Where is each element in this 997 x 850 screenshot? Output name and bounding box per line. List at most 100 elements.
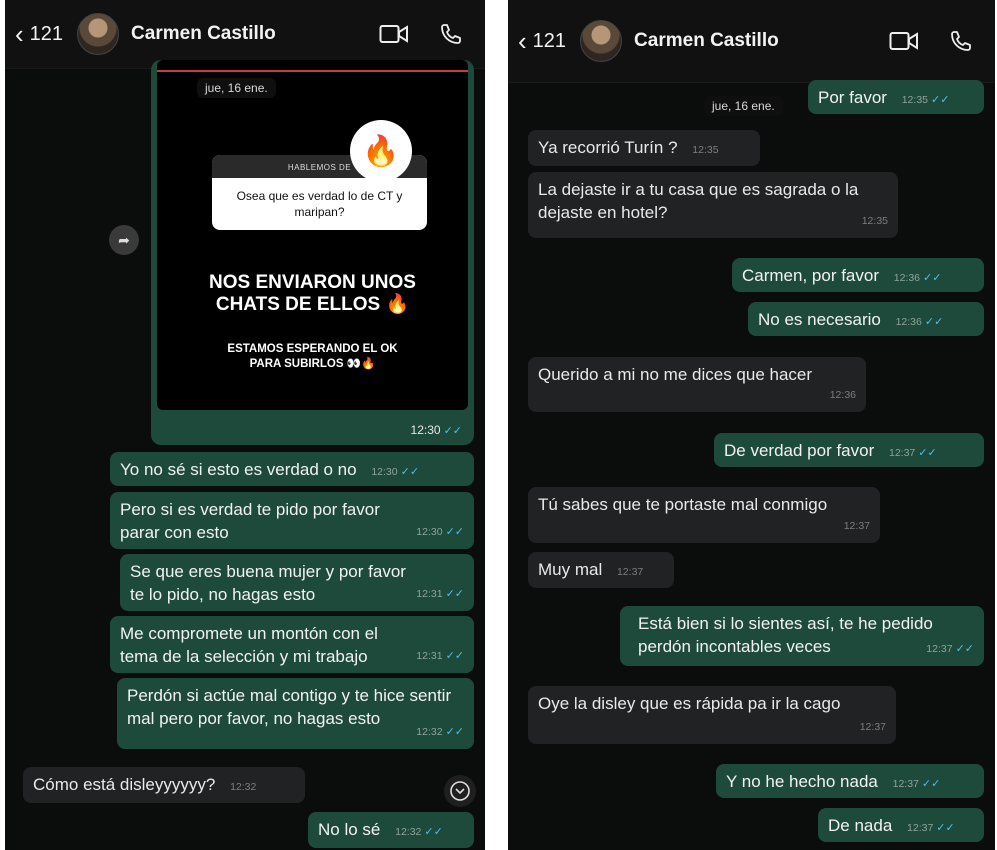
message-outgoing[interactable]: Carmen, por favor 12:36 ✓✓ — [732, 258, 984, 292]
message-text: Y no he hecho nada — [726, 772, 878, 791]
phone-icon[interactable] — [439, 22, 463, 46]
message-text: Oye la disley que es rápida pa ir la cag… — [538, 694, 841, 713]
double-check-icon: ✓✓ — [445, 588, 464, 600]
message-outgoing[interactable]: Me compromete un montón con el tema de l… — [110, 616, 474, 673]
forward-icon[interactable]: ➦ — [109, 225, 139, 255]
message-text: La dejaste ir a tu casa que es sagrada o… — [538, 180, 859, 222]
double-check-icon: ✓✓ — [443, 425, 462, 437]
double-check-icon: ✓✓ — [918, 447, 937, 459]
message-text: Está bien si lo sientes así, te he pedid… — [638, 614, 933, 656]
message-time: 12:32 ✓✓ — [416, 726, 464, 738]
double-check-icon: ✓✓ — [955, 643, 974, 655]
message-incoming[interactable]: Muy mal 12:37 — [528, 552, 674, 588]
story-subtext-line: ESTAMOS ESPERANDO EL OK — [227, 343, 398, 355]
double-check-icon: ✓✓ — [924, 316, 944, 328]
message-incoming[interactable]: Tú sabes que te portaste mal conmigo 12:… — [528, 487, 880, 543]
message-incoming[interactable]: Cómo está disleyyyyyy? 12:32 — [23, 767, 305, 803]
message-incoming[interactable]: La dejaste ir a tu casa que es sagrada o… — [528, 172, 898, 238]
double-check-icon: ✓✓ — [445, 526, 464, 538]
message-outgoing[interactable]: De verdad por favor 12:37 ✓✓ — [714, 433, 984, 467]
story-headline-line: CHATS DE ELLOS 🔥 — [215, 294, 410, 315]
story-headline-line: NOS ENVIARON UNOS — [209, 272, 416, 293]
message-time: 12:35 ✓✓ — [901, 94, 950, 106]
message-time: 12:35 — [692, 144, 719, 156]
message-outgoing[interactable]: Yo no sé si esto es verdad o no 12:30 ✓✓ — [110, 452, 474, 486]
message-text: Muy mal — [538, 560, 603, 579]
message-text: Yo no sé si esto es verdad o no — [120, 460, 357, 479]
message-text: De verdad por favor — [724, 441, 875, 460]
message-time: 12:36 ✓✓ — [895, 316, 944, 328]
double-check-icon: ✓✓ — [445, 726, 464, 738]
message-time: 12:32 ✓✓ — [395, 826, 443, 838]
unread-count: 121 — [532, 29, 567, 52]
message-text: Querido a mi no me dices que hacer — [538, 365, 813, 384]
date-chip: jue, 16 ene. — [704, 96, 783, 116]
message-outgoing[interactable]: No es necesario 12:36 ✓✓ — [748, 302, 984, 336]
question-text: Osea que es verdad lo de CT y maripan? — [236, 189, 403, 219]
contact-name[interactable]: Carmen Castillo — [634, 30, 779, 52]
message-text: Ya recorrió Turín ? — [538, 138, 678, 157]
back-button[interactable]: ‹ 121 — [15, 21, 63, 47]
chat-screen-right: ‹ 121 Carmen Castillo jue, 16 ene. Por f… — [508, 0, 995, 850]
unread-count: 121 — [29, 22, 64, 45]
video-icon[interactable] — [379, 23, 409, 45]
contact-name[interactable]: Carmen Castillo — [131, 23, 276, 45]
message-time: 12:37 ✓✓ — [907, 822, 955, 834]
chat-header: ‹ 121 Carmen Castillo — [5, 0, 485, 69]
double-check-icon: ✓✓ — [936, 822, 955, 834]
fire-icon: 🔥 — [350, 120, 412, 182]
message-time: 12:35 — [861, 215, 888, 227]
message-time: 12:36 ✓✓ — [893, 272, 942, 284]
scroll-down-button[interactable] — [444, 775, 476, 807]
message-text: No es necesario — [758, 310, 881, 329]
video-icon[interactable] — [889, 30, 919, 52]
message-text: Perdón si actúe mal contigo y te hice se… — [127, 686, 452, 728]
chevron-left-icon: ‹ — [15, 19, 24, 49]
message-time: 12:37 ✓✓ — [888, 447, 937, 459]
double-check-icon: ✓✓ — [931, 94, 950, 106]
message-text: De nada — [828, 816, 893, 835]
message-text: Me compromete un montón con el tema de l… — [120, 624, 378, 666]
avatar[interactable] — [77, 13, 120, 55]
message-outgoing[interactable]: De nada 12:37 ✓✓ — [818, 808, 984, 842]
message-time: 12:31 ✓✓ — [416, 650, 464, 662]
message-text: Cómo está disleyyyyyy? — [33, 775, 216, 794]
double-check-icon: ✓✓ — [923, 272, 942, 284]
message-incoming[interactable]: Ya recorrió Turín ? 12:35 — [528, 130, 760, 166]
message-incoming[interactable]: Oye la disley que es rápida pa ir la cag… — [528, 686, 896, 744]
message-outgoing[interactable]: Pero si es verdad te pido por favor para… — [110, 492, 474, 549]
message-text: Por favor — [818, 88, 887, 107]
date-chip: jue, 16 ene. — [197, 78, 276, 98]
double-check-icon: ✓✓ — [424, 826, 443, 838]
double-check-icon: ✓✓ — [445, 650, 464, 662]
message-outgoing[interactable]: Y no he hecho nada 12:37 ✓✓ — [716, 764, 984, 798]
message-time: 12:30 ✓✓ — [410, 423, 462, 437]
message-outgoing[interactable]: Perdón si actúe mal contigo y te hice se… — [117, 678, 474, 749]
story-progress-bar — [157, 70, 468, 72]
message-time: 12:30 ✓✓ — [416, 526, 464, 538]
message-text: Carmen, por favor — [742, 266, 879, 285]
message-time: 12:37 — [859, 721, 886, 733]
story-subtext-line: PARA SUBIRLOS 👀🔥 — [249, 358, 376, 370]
message-time: 12:30 ✓✓ — [371, 466, 420, 478]
message-time: 12:31 ✓✓ — [416, 588, 464, 600]
message-time: 12:37 ✓✓ — [892, 778, 941, 790]
message-outgoing[interactable]: No lo sé 12:32 ✓✓ — [308, 812, 474, 848]
message-outgoing[interactable]: Está bien si lo sientes así, te he pedid… — [620, 606, 984, 666]
message-outgoing[interactable]: Se que eres buena mujer y por favor te l… — [120, 554, 474, 611]
story-reply-card[interactable]: jue, 16 ene. HABLEMOS DE Osea que es ver… — [151, 60, 474, 445]
double-check-icon: ✓✓ — [921, 778, 941, 790]
chat-header: ‹ 121 Carmen Castillo — [508, 0, 995, 83]
message-time: 12:36 — [829, 389, 856, 401]
message-time: 12:37 — [843, 520, 870, 532]
message-text: Pero si es verdad te pido por favor para… — [120, 500, 380, 542]
message-time: 12:37 — [616, 566, 644, 578]
avatar[interactable] — [580, 20, 623, 62]
message-incoming[interactable]: Querido a mi no me dices que hacer 12:36 — [528, 357, 866, 412]
back-button[interactable]: ‹ 121 — [518, 28, 566, 54]
message-outgoing[interactable]: Por favor 12:35 ✓✓ — [808, 80, 984, 114]
phone-icon[interactable] — [949, 29, 973, 53]
message-text: Tú sabes que te portaste mal conmigo — [538, 495, 828, 514]
story-headline: NOS ENVIARON UNOS CHATS DE ELLOS 🔥 — [157, 272, 468, 316]
message-time: 12:37 ✓✓ — [926, 643, 974, 655]
